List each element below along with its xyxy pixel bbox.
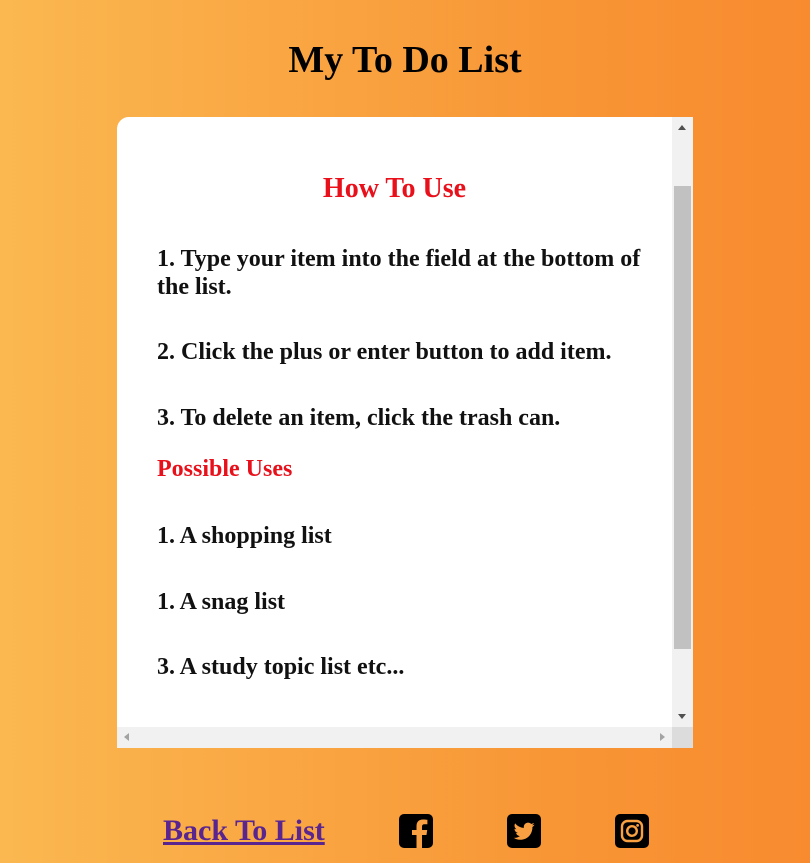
step-3-text: 3. To delete an item, click the trash ca… — [157, 405, 561, 431]
vertical-scrollbar[interactable] — [672, 117, 693, 727]
scroll-up-arrow-icon[interactable] — [678, 125, 686, 130]
back-to-list-link[interactable]: Back To List — [163, 813, 325, 849]
possible-uses-heading: Possible Uses — [157, 456, 293, 482]
scroll-right-arrow-icon[interactable] — [660, 733, 665, 741]
instagram-icon[interactable] — [615, 814, 649, 848]
page-title: My To Do List — [288, 39, 522, 81]
step-2-text: 2. Click the plus or enter button to add… — [157, 339, 612, 365]
use-1-text: 1. A shopping list — [157, 523, 332, 549]
instructions-content: How To Use 1. Type your item into the fi… — [117, 117, 672, 727]
instagram-icon-graphic — [615, 814, 649, 848]
vertical-scrollbar-thumb[interactable] — [674, 186, 691, 649]
horizontal-scrollbar[interactable] — [117, 727, 672, 748]
scroll-left-arrow-icon[interactable] — [124, 733, 129, 741]
how-to-use-heading: How To Use — [322, 173, 467, 204]
step-1-text: 1. Type your item into the field at the … — [157, 246, 641, 300]
twitter-icon[interactable] — [507, 814, 541, 848]
use-2-text: 1. A snag list — [157, 589, 286, 615]
facebook-icon[interactable] — [399, 814, 433, 848]
use-3-text: 3. A study topic list etc... — [157, 654, 405, 680]
scrollbar-corner — [672, 727, 693, 748]
instructions-card: How To Use 1. Type your item into the fi… — [117, 117, 693, 748]
facebook-icon-graphic — [399, 814, 433, 848]
scroll-down-arrow-icon[interactable] — [678, 714, 686, 719]
twitter-icon-graphic — [507, 814, 541, 848]
